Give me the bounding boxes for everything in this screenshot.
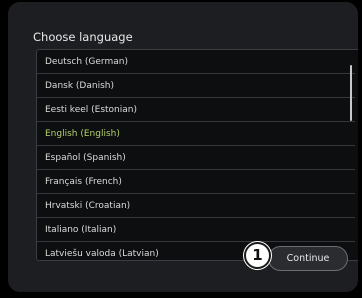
language-item-french[interactable]: Français (French) bbox=[37, 170, 355, 194]
list-scrollbar[interactable] bbox=[350, 65, 352, 121]
language-item-italian[interactable]: Italiano (Italian) bbox=[37, 218, 355, 242]
step-number-callout: 1 bbox=[244, 242, 271, 269]
language-item-danish[interactable]: Dansk (Danish) bbox=[37, 74, 355, 98]
dialog-title: Choose language bbox=[33, 30, 133, 44]
screen: Choose language Deutsch (German) Dansk (… bbox=[0, 0, 362, 298]
language-item-croatian[interactable]: Hrvatski (Croatian) bbox=[37, 194, 355, 218]
continue-button[interactable]: Continue bbox=[268, 246, 348, 271]
language-item-estonian[interactable]: Eesti keel (Estonian) bbox=[37, 98, 355, 122]
language-item-spanish[interactable]: Español (Spanish) bbox=[37, 146, 355, 170]
language-list[interactable]: Deutsch (German) Dansk (Danish) Eesti ke… bbox=[36, 49, 358, 261]
language-item-german[interactable]: Deutsch (German) bbox=[37, 50, 355, 74]
language-item-english[interactable]: English (English) bbox=[37, 122, 355, 146]
